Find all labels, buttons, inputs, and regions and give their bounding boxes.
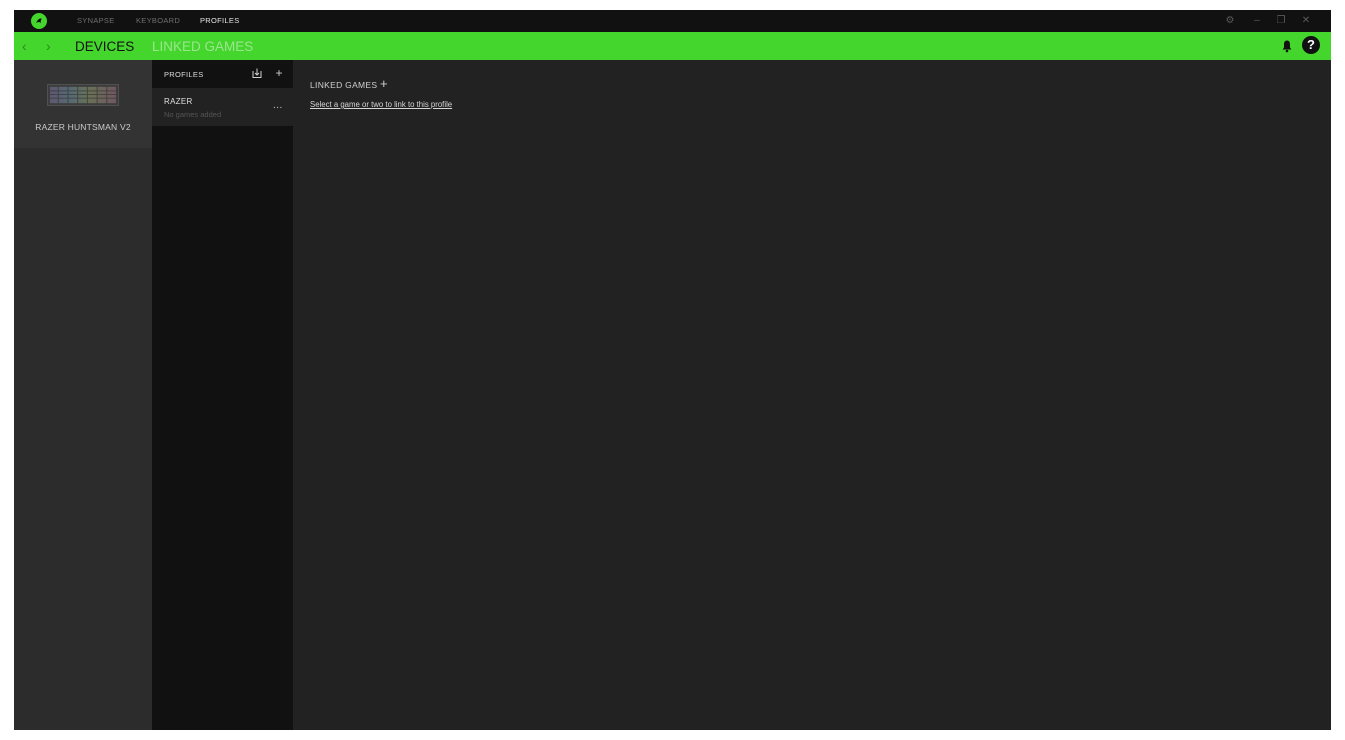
device-card[interactable]: RAZER HUNTSMAN V2 (14, 60, 152, 148)
minimize-icon[interactable]: – (1250, 10, 1264, 32)
link-game-prompt[interactable]: Select a game or two to link to this pro… (310, 100, 452, 109)
import-profile-icon[interactable] (251, 67, 263, 79)
nav-synapse[interactable]: SYNAPSE (77, 10, 115, 32)
device-name: RAZER HUNTSMAN V2 (35, 122, 131, 132)
synapse-window: SYNAPSE KEYBOARD PROFILES ⚙ – ❐ ✕ ‹ › DE… (14, 10, 1331, 730)
close-icon[interactable]: ✕ (1299, 10, 1313, 32)
tab-devices[interactable]: DEVICES (75, 38, 134, 56)
add-linked-game-icon[interactable]: + (380, 76, 388, 91)
profile-subtitle: No games added (164, 110, 222, 119)
keyboard-image-icon (47, 84, 119, 106)
back-arrow-icon[interactable]: ‹ (22, 36, 27, 56)
forward-arrow-icon[interactable]: › (46, 36, 51, 56)
restore-icon[interactable]: ❐ (1274, 10, 1288, 32)
header-bar: ‹ › DEVICES LINKED GAMES ? (14, 32, 1331, 60)
linked-games-title: LINKED GAMES (310, 80, 378, 90)
profile-item[interactable]: RAZER No games added ... (152, 88, 293, 126)
profile-name: RAZER (164, 97, 193, 106)
notification-bell-icon[interactable] (1280, 39, 1294, 53)
title-bar: SYNAPSE KEYBOARD PROFILES ⚙ – ❐ ✕ (14, 10, 1331, 32)
nav-keyboard[interactable]: KEYBOARD (136, 10, 180, 32)
tab-linked-games[interactable]: LINKED GAMES (152, 38, 253, 56)
add-profile-icon[interactable]: + (273, 67, 285, 79)
settings-icon[interactable]: ⚙ (1223, 10, 1237, 32)
profiles-panel: PROFILES + RAZER No games added ... (152, 60, 293, 730)
razer-logo-icon[interactable] (31, 13, 47, 29)
nav-profiles[interactable]: PROFILES (200, 10, 240, 32)
profiles-header: PROFILES (164, 70, 204, 79)
help-icon[interactable]: ? (1302, 36, 1320, 54)
device-list: RAZER HUNTSMAN V2 (14, 60, 152, 730)
more-options-icon[interactable]: ... (273, 100, 283, 111)
